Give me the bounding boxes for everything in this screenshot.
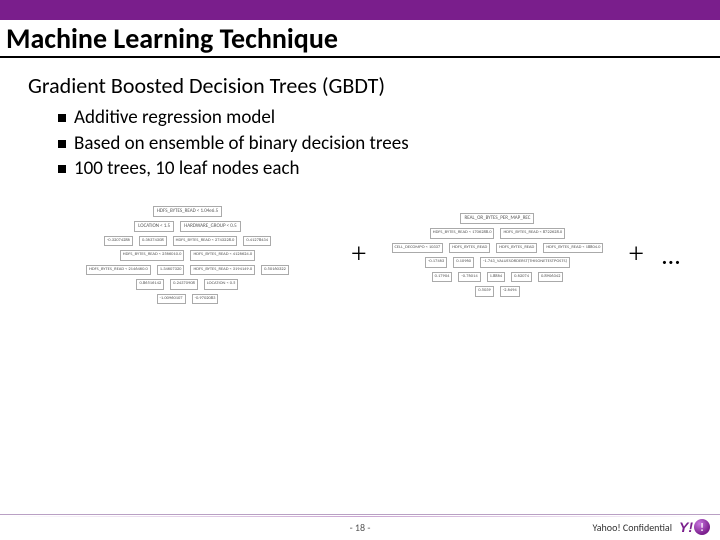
tree-node: 0.24370908 bbox=[170, 279, 198, 290]
tree-node: HDFS_BYTES_READ < 1.04e6.5 bbox=[153, 206, 222, 217]
tree-node: -1.00960107 bbox=[157, 294, 186, 305]
tree-node: REAL_OR_BYTES_PER_MAP_REC bbox=[460, 213, 534, 224]
tree-node: HDFS_BYTES_READ < 3194149.0 bbox=[190, 265, 255, 276]
bullet-item: Additive regression model bbox=[58, 105, 692, 131]
footer: - 18 - Yahoo! Confidential Y! ! bbox=[0, 514, 720, 540]
tree-node: 1.8864 bbox=[487, 272, 506, 283]
title-inner: Machine Learning Technique bbox=[0, 20, 720, 58]
tree-node: LOCATION < 0.5 bbox=[204, 279, 239, 290]
tree-node: -0.17463 bbox=[425, 257, 447, 268]
yahoo-logo-y: Y! bbox=[679, 519, 693, 535]
tree-node: 0.36374308 bbox=[139, 236, 167, 247]
tree-node: HDFS_BYTES_READ < 2566010.0 bbox=[120, 250, 185, 261]
subtitle: Gradient Boosted Decision Trees (GBDT) bbox=[28, 72, 692, 99]
tree-node: LOCATION < 1.5 bbox=[134, 221, 174, 232]
bullet-item: Based on ensemble of binary decision tre… bbox=[58, 131, 692, 157]
tree-node: HDFS_BYTES_READ bbox=[449, 243, 490, 254]
diagram-area: HDFS_BYTES_READ < 1.04e6.5 LOCATION < 1.… bbox=[28, 182, 692, 305]
bullet-item: 100 trees, 10 leaf nodes each bbox=[58, 156, 692, 182]
tree-node: -2.6494 bbox=[500, 286, 520, 297]
tree-node: HDFS_BYTES_READ < 1706288.0 bbox=[430, 228, 495, 239]
bullet-icon bbox=[58, 140, 66, 148]
bullet-icon bbox=[58, 165, 66, 173]
tree-node: 0.8906342 bbox=[538, 272, 563, 283]
tree-node: HARDWARE_GROUP < 0.5 bbox=[180, 221, 241, 232]
decision-tree-1: HDFS_BYTES_READ < 1.04e6.5 LOCATION < 1.… bbox=[38, 206, 337, 305]
tree-node: 0.10960 bbox=[453, 257, 474, 268]
bullet-text: 100 trees, 10 leaf nodes each bbox=[74, 156, 300, 182]
tree-node: -1.743_VALUESORDERST(THISONETESTPOSTS) bbox=[480, 257, 570, 268]
tree-node: HDFS_BYTES_READ < 2146460.0 bbox=[86, 265, 151, 276]
decision-tree-2: REAL_OR_BYTES_PER_MAP_REC HDFS_BYTES_REA… bbox=[381, 213, 615, 297]
slide-title: Machine Learning Technique bbox=[6, 21, 338, 56]
bullet-icon bbox=[58, 114, 66, 122]
tree-node: HDFS_BYTES_READ bbox=[496, 243, 537, 254]
tree-node: -0.32074286 bbox=[104, 236, 133, 247]
ellipsis-icon: … bbox=[658, 239, 682, 271]
content-area: Gradient Boosted Decision Trees (GBDT) A… bbox=[0, 58, 720, 304]
tree-node: 0.86516142 bbox=[136, 279, 164, 290]
plus-icon: + bbox=[345, 239, 373, 271]
tree-node: HDFS_BYTES_READ < 4126624.0 bbox=[190, 250, 255, 261]
yahoo-logo: Y! ! bbox=[679, 519, 710, 535]
bullet-list: Additive regression model Based on ensem… bbox=[28, 105, 692, 182]
title-bar: Machine Learning Technique bbox=[0, 0, 720, 58]
tree-node: 1.34607320 bbox=[157, 265, 185, 276]
confidential-label: Yahoo! Confidential bbox=[593, 521, 672, 534]
tree-node: CELL_DECOMPO < 10337 bbox=[392, 243, 444, 254]
tree-node: HDFS_BYTES_READ < 18804.0 bbox=[543, 243, 603, 254]
tree-node: HDFS_BYTES_READ < 8722628.0 bbox=[500, 228, 565, 239]
tree-node: HDFS_BYTES_READ < 2743228.0 bbox=[173, 236, 238, 247]
tree-node: 0.41278434 bbox=[243, 236, 271, 247]
tree-node: -0.76014 bbox=[458, 272, 480, 283]
tree-node: 0.62074 bbox=[511, 272, 532, 283]
bullet-text: Based on ensemble of binary decision tre… bbox=[74, 131, 409, 157]
plus-icon: + bbox=[622, 239, 650, 271]
bullet-text: Additive regression model bbox=[74, 105, 275, 131]
tree-node: -0.9702083 bbox=[192, 294, 219, 305]
yahoo-logo-bang-icon: ! bbox=[694, 519, 710, 535]
tree-node: 0.5039 bbox=[475, 286, 494, 297]
tree-node: 0.50160322 bbox=[261, 265, 289, 276]
page-number: - 18 - bbox=[350, 521, 371, 534]
tree-node: 0.17904 bbox=[432, 272, 453, 283]
